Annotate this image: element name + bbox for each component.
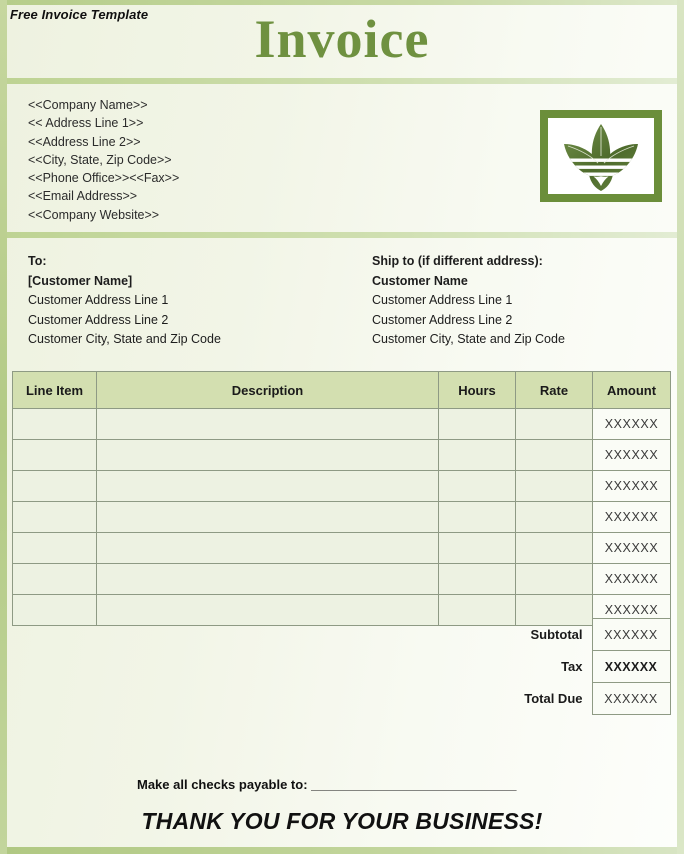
page-border-left (0, 0, 7, 854)
line-items-table: Line Item Description Hours Rate Amount … (12, 371, 671, 626)
invoice-page: Free Invoice Template Invoice <<Company … (0, 0, 684, 854)
totals-table: Subtotal XXXXXX Tax XXXXXX Total Due XXX… (12, 618, 671, 715)
bill-to-line: Customer Address Line 2 (28, 312, 169, 327)
cell-rate[interactable] (515, 501, 593, 533)
company-line: <<Company Name>> (28, 98, 148, 112)
cell-amount[interactable]: XXXXXX (592, 408, 671, 440)
column-header-hours: Hours (438, 371, 516, 409)
table-header-row: Line Item Description Hours Rate Amount (12, 371, 671, 409)
ship-to-block: Ship to (if different address): Customer… (372, 252, 565, 350)
cell-description[interactable] (96, 563, 439, 595)
company-line: <<Address Line 2>> (28, 134, 141, 149)
table-row: XXXXXX (12, 501, 671, 533)
ship-to-line: Customer City, State and Zip Code (372, 332, 565, 346)
cell-line-item[interactable] (12, 408, 97, 440)
three-leaf-trefoil-icon (548, 118, 654, 194)
totals-spacer (12, 651, 515, 683)
company-line: <<Phone Office>><<Fax>> (28, 171, 180, 186)
cell-rate[interactable] (515, 532, 593, 564)
company-line: <<Email Address>> (28, 189, 138, 204)
cell-hours[interactable] (438, 532, 516, 564)
bill-to-line: Customer City, State and Zip Code (28, 332, 221, 346)
table-row: XXXXXX (12, 439, 671, 471)
bill-to-customer-name: [Customer Name] (28, 273, 133, 288)
column-header-line-item: Line Item (12, 371, 97, 409)
cell-line-item[interactable] (12, 563, 97, 595)
cell-line-item[interactable] (12, 470, 97, 502)
table-row: XXXXXX (12, 532, 671, 564)
ship-to-line: Customer Address Line 2 (372, 312, 513, 327)
table-row: XXXXXX (12, 563, 671, 595)
subtotal-value[interactable]: XXXXXX (591, 618, 671, 651)
cell-amount[interactable]: XXXXXX (592, 532, 671, 564)
column-header-rate: Rate (515, 371, 593, 409)
cell-rate[interactable] (515, 563, 593, 595)
bill-to-block: To: [Customer Name] Customer Address Lin… (28, 252, 221, 350)
bill-to-heading: To: (28, 254, 47, 268)
tax-label: Tax (561, 659, 583, 674)
cell-rate[interactable] (515, 408, 593, 440)
cell-rate[interactable] (515, 439, 593, 471)
checks-payable-label: Make all checks payable to: (137, 777, 308, 792)
totals-row-subtotal: Subtotal XXXXXX (12, 618, 671, 651)
total-due-value[interactable]: XXXXXX (591, 682, 671, 715)
column-header-amount: Amount (592, 371, 671, 409)
divider-below-title (7, 78, 677, 84)
cell-hours[interactable] (438, 563, 516, 595)
company-line: <<City, State, Zip Code>> (28, 152, 172, 167)
cell-description[interactable] (96, 470, 439, 502)
company-line: << Address Line 1>> (28, 116, 144, 131)
company-line: <<Company Website>> (28, 207, 160, 222)
cell-amount[interactable]: XXXXXX (592, 470, 671, 502)
cell-amount[interactable]: XXXXXX (592, 501, 671, 533)
cell-description[interactable] (96, 532, 439, 564)
page-border-right (677, 0, 684, 854)
cell-description[interactable] (96, 408, 439, 440)
cell-hours[interactable] (438, 501, 516, 533)
totals-spacer (12, 619, 515, 651)
cell-line-item[interactable] (12, 501, 97, 533)
page-border-bottom (0, 847, 684, 854)
page-title: Invoice (254, 9, 430, 69)
subtotal-label: Subtotal (530, 627, 583, 642)
checks-payable-line: Make all checks payable to: ____________… (137, 777, 516, 792)
cell-description[interactable] (96, 501, 439, 533)
page-border-top (0, 0, 684, 5)
thank-you-message: THANK YOU FOR YOUR BUSINESS! (141, 808, 543, 834)
ship-to-line: Customer Address Line 1 (372, 293, 513, 307)
table-row: XXXXXX (12, 470, 671, 502)
bill-to-line: Customer Address Line 1 (28, 293, 169, 307)
company-logo-frame (540, 110, 662, 202)
table-row: XXXXXX (12, 408, 671, 440)
cell-amount[interactable]: XXXXXX (592, 439, 671, 471)
checks-payable-rule[interactable]: ______________________________ (311, 777, 516, 792)
tax-value[interactable]: XXXXXX (591, 650, 671, 683)
total-due-label: Total Due (524, 691, 583, 706)
ship-to-customer-name: Customer Name (372, 273, 468, 288)
cell-line-item[interactable] (12, 532, 97, 564)
cell-amount[interactable]: XXXXXX (592, 563, 671, 595)
line-items-body: XXXXXX XXXXXX XXXXXX XXXXXX XXXXXX XXXXX… (12, 408, 671, 626)
column-header-description: Description (96, 371, 439, 409)
cell-line-item[interactable] (12, 439, 97, 471)
totals-spacer (12, 683, 515, 715)
ship-to-heading: Ship to (if different address): (372, 254, 543, 268)
divider-below-company (7, 232, 677, 238)
cell-description[interactable] (96, 439, 439, 471)
totals-row-tax: Tax XXXXXX (12, 650, 671, 683)
cell-rate[interactable] (515, 470, 593, 502)
cell-hours[interactable] (438, 470, 516, 502)
totals-row-total-due: Total Due XXXXXX (12, 682, 671, 715)
cell-hours[interactable] (438, 439, 516, 471)
company-info-block: <<Company Name>> << Address Line 1>> <<A… (28, 96, 179, 224)
cell-hours[interactable] (438, 408, 516, 440)
